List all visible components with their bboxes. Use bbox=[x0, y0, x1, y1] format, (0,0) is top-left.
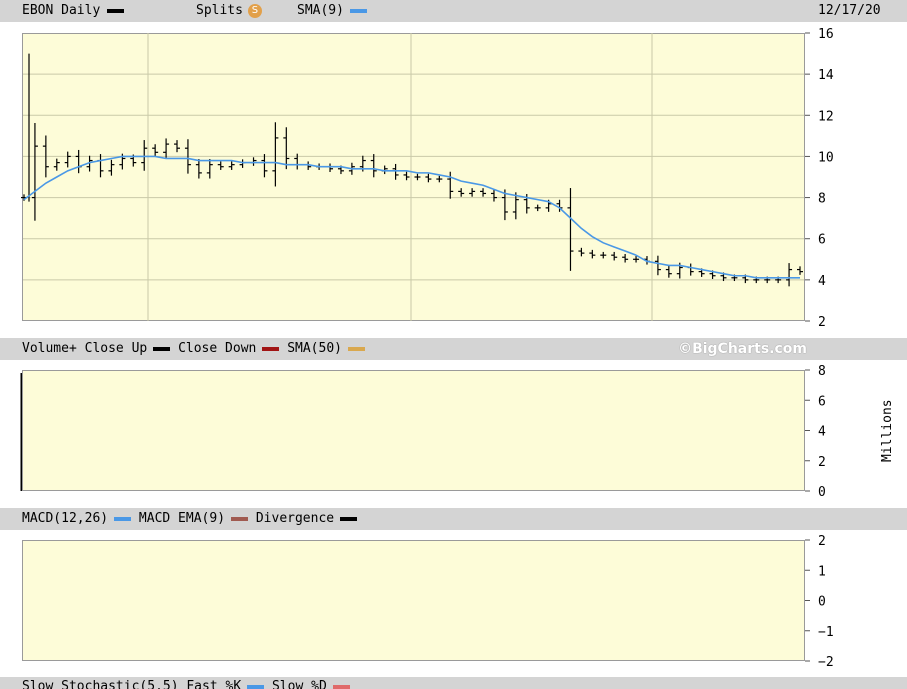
macd-ytick-label: 0 bbox=[818, 595, 826, 610]
volume-unit-label: Millions bbox=[880, 402, 895, 462]
price-ytick-label: 10 bbox=[818, 150, 834, 165]
volume-ytick-label: 4 bbox=[818, 425, 826, 440]
price-ytick-label: 14 bbox=[818, 68, 834, 83]
macd-ytick-label: 1 bbox=[818, 564, 826, 579]
macd-label: MACD(12,26) bbox=[22, 511, 108, 526]
close-down-swatch bbox=[262, 347, 279, 351]
price-ytick-label: 8 bbox=[818, 192, 826, 207]
volume-plot-area bbox=[22, 370, 805, 491]
stoch-legend-bar: Slow Stochastic(5,5) Fast %K Slow %D bbox=[0, 677, 907, 689]
close-up-label: Close Up bbox=[85, 341, 148, 356]
volume-ytick-label: 6 bbox=[818, 394, 826, 409]
volume-label: Volume+ bbox=[22, 341, 77, 356]
price-ytick-label: 6 bbox=[818, 233, 826, 248]
volume-ytick-label: 2 bbox=[818, 455, 826, 470]
close-up-swatch bbox=[153, 347, 170, 351]
price-ytick-label: 4 bbox=[818, 274, 826, 289]
macd-ytick-label: −1 bbox=[818, 625, 834, 640]
macd-ytick-label: 2 bbox=[818, 534, 826, 549]
stoch-legend-text: Slow Stochastic(5,5) Fast %K Slow %D bbox=[22, 679, 350, 689]
volume-ytick-label: 0 bbox=[818, 485, 826, 500]
macd-ema-swatch bbox=[231, 517, 248, 521]
sma50-label: SMA(50) bbox=[287, 341, 342, 356]
macd-legend-text: MACD(12,26) MACD EMA(9) Divergence bbox=[22, 511, 357, 526]
price-ytick-label: 16 bbox=[818, 27, 834, 42]
macd-ema-label: MACD EMA(9) bbox=[139, 511, 225, 526]
sma50-swatch bbox=[348, 347, 365, 351]
chart-stage: EBON Daily SplitsS SMA(9) 12/17/20 24681… bbox=[0, 0, 907, 687]
price-ytick-label: 2 bbox=[818, 315, 826, 330]
price-ytick-label: 12 bbox=[818, 109, 834, 124]
volume-ytick-label: 8 bbox=[818, 364, 826, 379]
stoch-label: Slow Stochastic(5,5) Fast %K bbox=[22, 679, 241, 689]
macd-legend-bar: MACD(12,26) MACD EMA(9) Divergence bbox=[0, 508, 907, 530]
divergence-swatch bbox=[340, 517, 357, 521]
close-down-label: Close Down bbox=[178, 341, 256, 356]
macd-swatch bbox=[114, 517, 131, 521]
bigcharts-logo: ©BigCharts.com bbox=[678, 341, 807, 357]
volume-legend-text: Volume+ Close Up Close Down SMA(50) bbox=[22, 341, 365, 356]
slowd-label: Slow %D bbox=[272, 679, 327, 689]
macd-ytick-label: −2 bbox=[818, 655, 834, 670]
sma9-line bbox=[24, 156, 800, 277]
macd-plot-area bbox=[22, 540, 805, 661]
divergence-label: Divergence bbox=[256, 511, 334, 526]
volume-legend-bar: Volume+ Close Up Close Down SMA(50) ©Big… bbox=[0, 338, 907, 360]
